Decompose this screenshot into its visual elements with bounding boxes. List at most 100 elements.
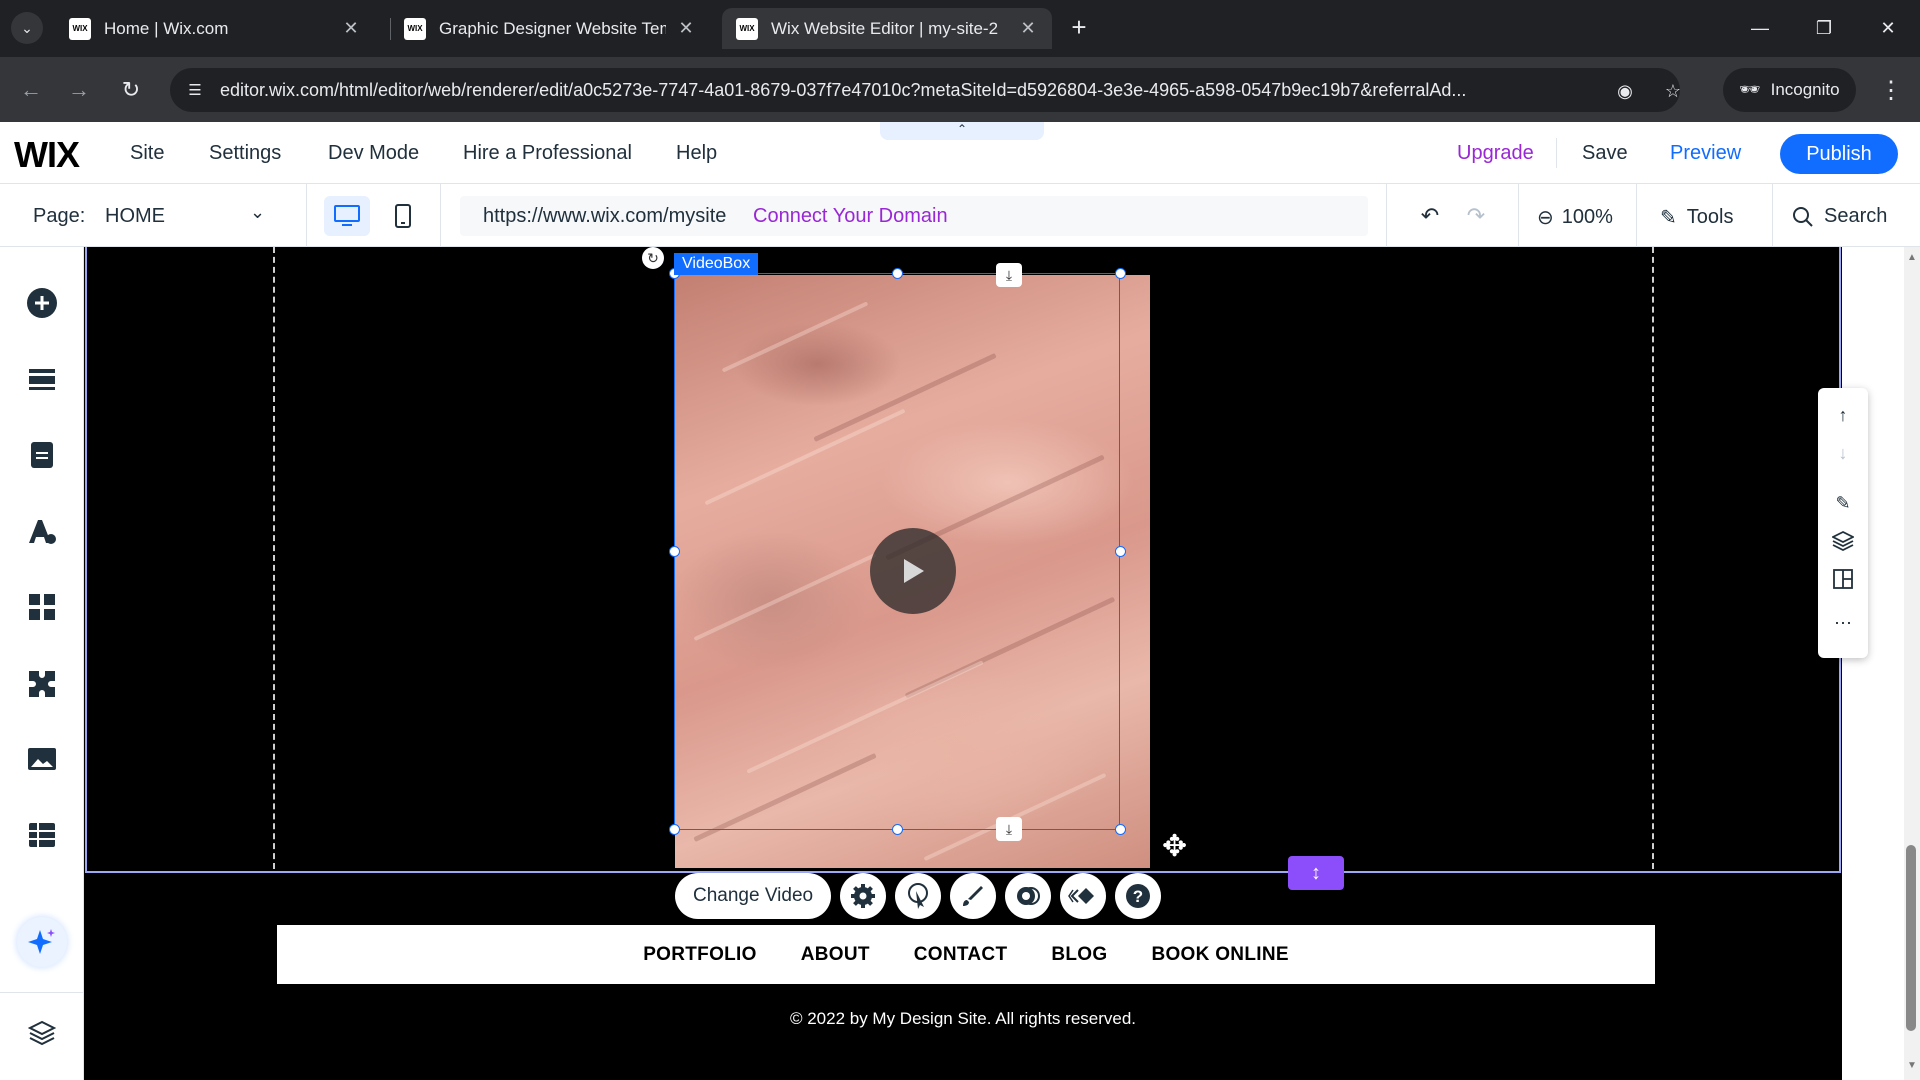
layers-button[interactable] — [22, 1013, 62, 1053]
arrow-down-icon[interactable]: ↓ — [1830, 440, 1856, 466]
new-tab-icon[interactable]: + — [1064, 12, 1094, 42]
restore-icon[interactable]: ❐ — [1804, 12, 1844, 44]
resize-handle-top-right[interactable] — [1115, 268, 1126, 279]
design-button[interactable] — [22, 511, 62, 551]
change-video-button[interactable]: Change Video — [675, 873, 832, 919]
grid-guide-left — [273, 247, 275, 869]
resize-handle-bottom-left[interactable] — [669, 824, 680, 835]
business-apps-button[interactable] — [22, 663, 62, 703]
layers-icon[interactable] — [1830, 528, 1856, 554]
help-icon: ? — [1126, 884, 1151, 908]
edit-pencil-icon[interactable]: ✎ — [1830, 490, 1856, 516]
editor-canvas[interactable]: ↻ VideoBox ⤓ ⤓ ✥ ↕ Change Video ? PORTFO… — [84, 247, 1842, 1080]
help-button[interactable]: ? — [1115, 873, 1162, 919]
publish-button[interactable]: Publish — [1780, 134, 1898, 174]
settings-button[interactable] — [840, 873, 887, 919]
add-section-button[interactable] — [22, 359, 62, 399]
wix-top-bar: WIX Site Settings Dev Mode Hire a Profes… — [0, 122, 1920, 184]
chevron-down-icon[interactable]: ⌄ — [250, 202, 265, 223]
grid-layout-icon[interactable] — [1830, 566, 1856, 592]
zoom-value: 100% — [1561, 206, 1613, 228]
design-button[interactable] — [950, 873, 997, 919]
stretch-section-button[interactable]: ↕ — [1288, 856, 1344, 890]
site-url: https://www.wix.com/mysite — [483, 205, 727, 227]
browser-menu-icon[interactable]: ⋮ — [1876, 73, 1906, 107]
scrollbar-thumb[interactable] — [1906, 845, 1916, 1031]
animation-icon — [1068, 888, 1095, 904]
table-icon — [29, 823, 55, 847]
apps-button[interactable] — [22, 587, 62, 627]
divider — [0, 992, 84, 993]
pages-button[interactable] — [22, 435, 62, 475]
close-tab-icon[interactable]: ✕ — [1018, 18, 1038, 39]
more-icon[interactable]: ⋯ — [1830, 610, 1856, 636]
anchor-icon[interactable]: ⤓ — [996, 263, 1022, 287]
arrow-up-icon[interactable]: ↑ — [1830, 402, 1856, 428]
menu-hire-professional[interactable]: Hire a Professional — [463, 142, 632, 165]
scroll-up-icon[interactable]: ▲ — [1904, 252, 1920, 268]
menu-settings[interactable]: Settings — [209, 142, 281, 165]
minimize-icon[interactable]: — — [1740, 12, 1780, 44]
animation-button[interactable] — [1060, 873, 1107, 919]
site-info-icon[interactable]: ☰ — [184, 79, 206, 101]
menu-dev-mode[interactable]: Dev Mode — [328, 142, 419, 165]
redo-icon[interactable]: ↷ — [1462, 202, 1490, 230]
cms-button[interactable] — [22, 815, 62, 855]
nav-portfolio[interactable]: PORTFOLIO — [643, 944, 757, 966]
menu-help[interactable]: Help — [676, 142, 717, 165]
close-tab-icon[interactable]: ✕ — [341, 18, 361, 39]
link-button[interactable] — [895, 873, 942, 919]
resize-handle-left[interactable] — [669, 546, 680, 557]
nav-blog[interactable]: BLOG — [1051, 944, 1107, 966]
footer-copyright[interactable]: © 2022 by My Design Site. All rights res… — [84, 1009, 1842, 1029]
back-icon[interactable]: ← — [14, 73, 48, 107]
address-url[interactable]: editor.wix.com/html/editor/web/renderer/… — [220, 80, 1560, 101]
mask-button[interactable] — [1005, 873, 1052, 919]
nav-contact[interactable]: CONTACT — [914, 944, 1008, 966]
bookmark-star-icon[interactable]: ☆ — [1660, 78, 1686, 104]
tab-search-icon[interactable]: ⌄ — [11, 12, 43, 44]
reload-icon[interactable]: ↻ — [114, 73, 148, 107]
page-selector[interactable]: HOME — [105, 205, 165, 228]
address-bar[interactable]: ☰ editor.wix.com/html/editor/web/rendere… — [170, 68, 1681, 112]
desktop-view-button[interactable] — [324, 196, 370, 236]
add-elements-button[interactable] — [22, 283, 62, 323]
search-label: Search — [1824, 205, 1888, 227]
zoom-control[interactable]: ⊖ 100% — [1537, 205, 1613, 230]
incognito-label: Incognito — [1770, 80, 1840, 99]
wix-logo[interactable]: WIX — [14, 134, 80, 176]
tab-wix-editor[interactable]: WIX Wix Website Editor | my-site-2 ✕ — [722, 8, 1052, 49]
rotate-icon[interactable]: ↻ — [642, 247, 664, 269]
collapse-topbar-icon[interactable]: ⌃ — [880, 122, 1044, 140]
undo-icon[interactable]: ↶ — [1416, 202, 1444, 230]
media-button[interactable] — [22, 739, 62, 779]
connect-domain-link[interactable]: Connect Your Domain — [753, 205, 948, 228]
site-navigation-menu[interactable]: PORTFOLIO ABOUT CONTACT BLOG BOOK ONLINE — [277, 925, 1655, 984]
search-button[interactable]: Search — [1792, 205, 1887, 228]
save-button[interactable]: Save — [1582, 142, 1628, 165]
anchor-icon[interactable]: ⤓ — [996, 817, 1022, 841]
element-toolbar: Change Video ? — [675, 872, 1162, 920]
nav-about[interactable]: ABOUT — [801, 944, 870, 966]
eye-off-icon[interactable]: ◉ — [1612, 78, 1638, 104]
forward-icon[interactable]: → — [62, 73, 96, 107]
mobile-view-button[interactable] — [380, 196, 426, 236]
scroll-down-icon[interactable]: ▼ — [1904, 1060, 1920, 1076]
tools-icon: ✎ — [1660, 207, 1677, 229]
close-window-icon[interactable]: ✕ — [1868, 12, 1908, 44]
ai-assistant-button[interactable] — [17, 917, 67, 967]
resize-handle-bottom[interactable] — [892, 824, 903, 835]
svg-text:?: ? — [1133, 887, 1143, 906]
resize-handle-bottom-right[interactable] — [1115, 824, 1126, 835]
close-tab-icon[interactable]: ✕ — [676, 18, 696, 39]
tools-button[interactable]: ✎ Tools — [1660, 205, 1733, 230]
nav-book-online[interactable]: BOOK ONLINE — [1151, 944, 1288, 966]
tab-home-wix[interactable]: WIX Home | Wix.com ✕ — [55, 8, 375, 49]
upgrade-link[interactable]: Upgrade — [1457, 142, 1534, 165]
incognito-badge[interactable]: 🕶 Incognito — [1723, 68, 1856, 112]
resize-handle-top[interactable] — [892, 268, 903, 279]
preview-button[interactable]: Preview — [1670, 142, 1741, 165]
tab-graphic-designer[interactable]: WIX Graphic Designer Website Tem ✕ — [390, 8, 710, 49]
menu-site[interactable]: Site — [130, 142, 164, 165]
resize-handle-right[interactable] — [1115, 546, 1126, 557]
